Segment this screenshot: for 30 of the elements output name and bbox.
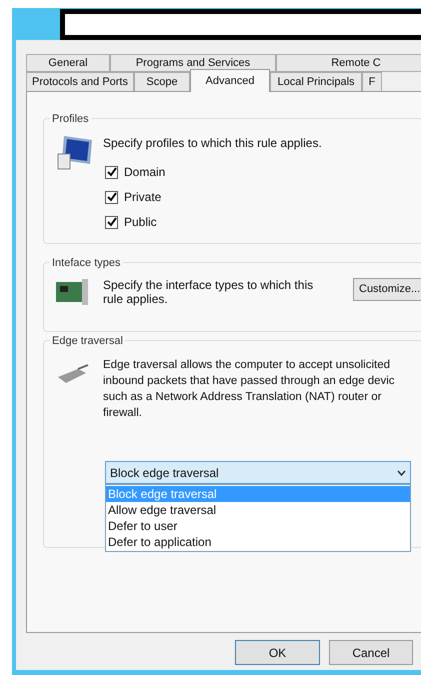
cancel-button[interactable]: Cancel [329,640,413,665]
dropdown-option[interactable]: Defer to user [106,518,410,534]
description: Specify the interface types to which this rule applies. [103,278,314,306]
dropdown[interactable]: Block edge traversal [105,461,411,484]
description: Specify profiles to which this rule applies. [103,135,322,152]
dropdown-option[interactable]: Allow edge traversal [106,502,410,518]
checkbox[interactable] [105,190,118,204]
checkbox[interactable] [105,216,118,228]
connector-icon [56,363,90,385]
group-title: Inteface types [50,255,122,272]
tab[interactable]: Protocols and Ports [26,72,134,92]
checkbox-label: Domain [124,164,166,181]
tab[interactable]: General [26,54,110,72]
tab[interactable]: Local Principals [270,72,362,92]
customize-button[interactable]: Customize... [353,278,421,301]
tab[interactable]: Remote C [276,54,421,72]
tab[interactable]: Programs and Services [110,54,276,72]
chevron-icon [397,470,406,476]
checkbox[interactable] [105,166,118,178]
monitor-icon [56,134,94,170]
description: Edge traversal allows the computer to accept unsolicited inbound packets that have passed through an edge devic such as a Network Address Translation (NAT) router or firewall. [103,358,396,421]
dropdown-option[interactable]: Defer to application [106,534,410,550]
group-title: Edge traversal [50,333,125,350]
tab[interactable]: F [362,72,382,92]
ok-button[interactable]: OK [235,640,320,665]
network-card-icon [55,278,91,306]
checkbox-label: Private [124,189,162,206]
tab[interactable]: Scope [134,72,190,92]
tab[interactable]: Advanced [190,69,270,92]
checkbox-label: Public [124,214,157,231]
